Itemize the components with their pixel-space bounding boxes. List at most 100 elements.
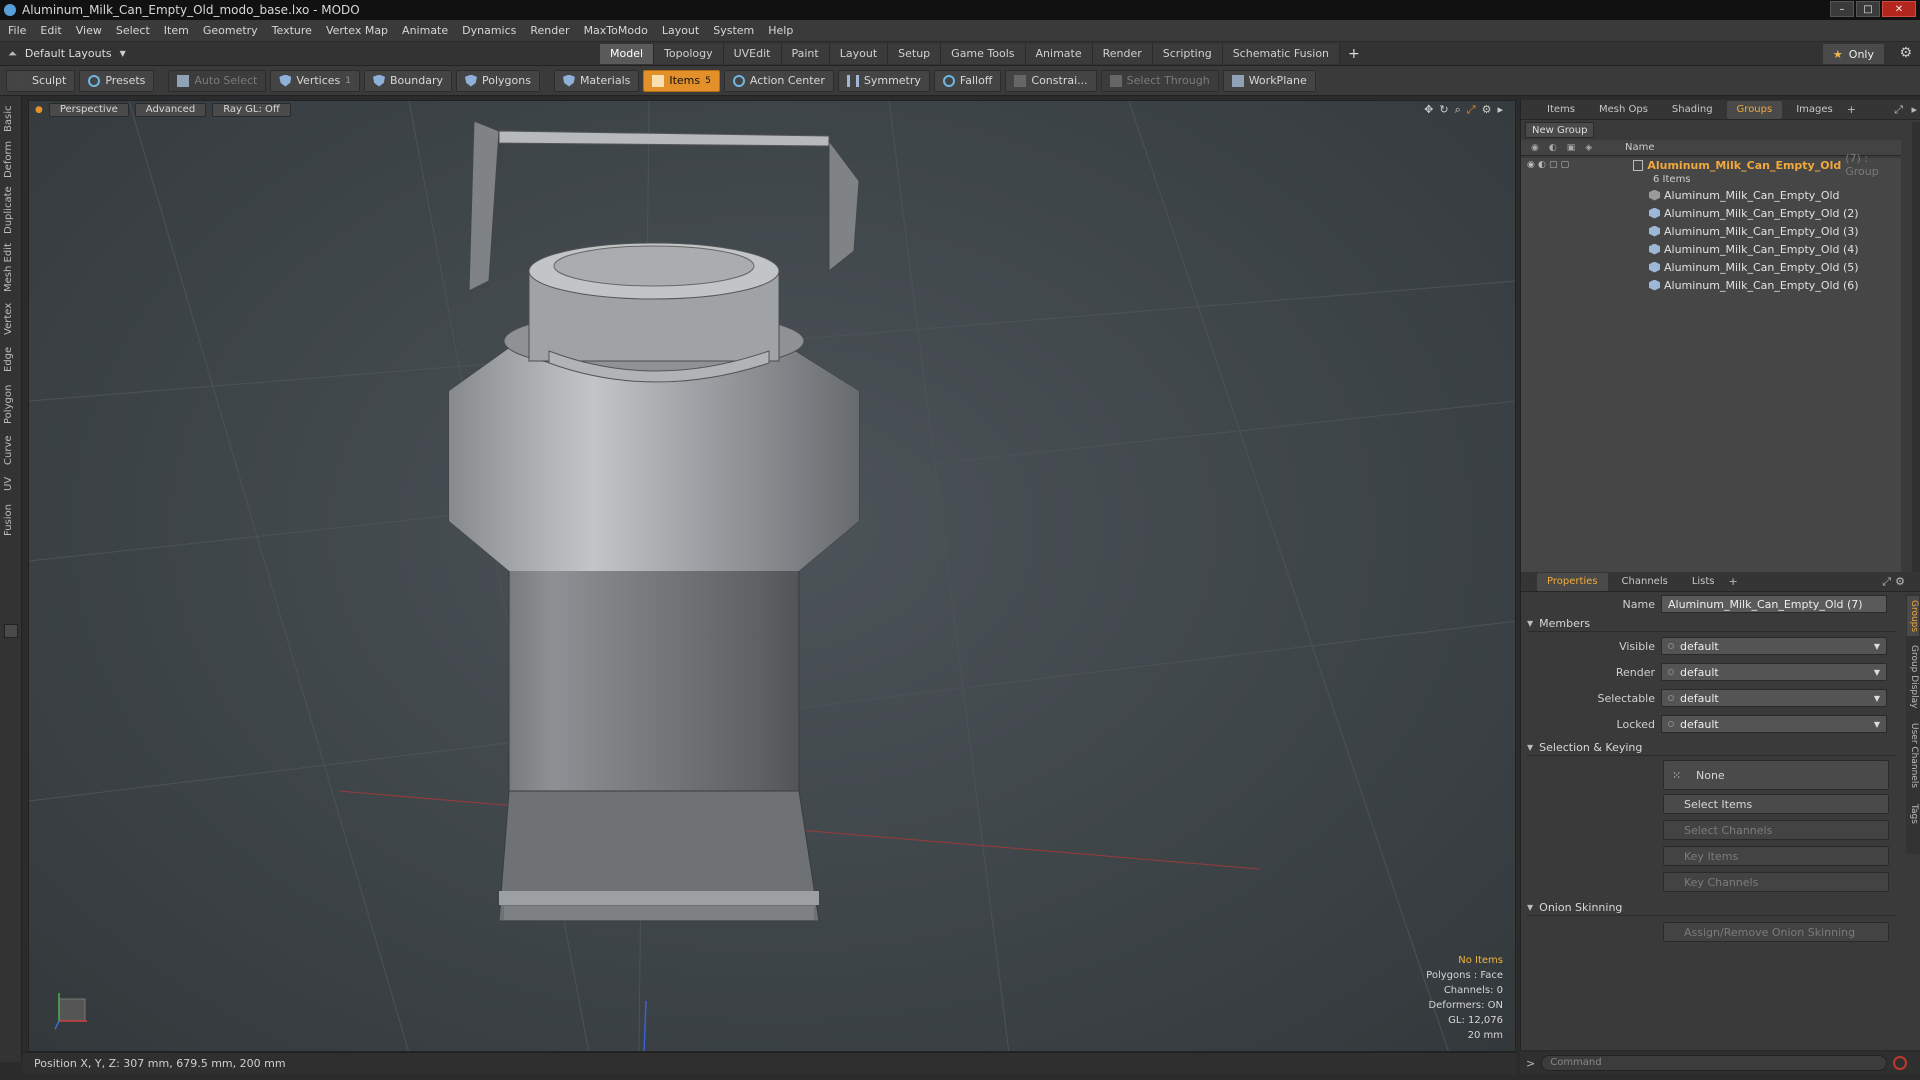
tab-schematic-fusion[interactable]: Schematic Fusion — [1222, 43, 1341, 64]
menu-help[interactable]: Help — [768, 24, 793, 37]
select-icon[interactable]: ◈ — [1585, 143, 1592, 153]
members-section[interactable]: ▼ Members — [1527, 616, 1897, 632]
raygl-button[interactable]: Ray GL: Off — [212, 103, 291, 117]
rotate-view-icon[interactable]: ↻ — [1439, 103, 1448, 117]
menu-render[interactable]: Render — [530, 24, 569, 37]
auto-select-button[interactable]: Auto Select — [168, 69, 267, 92]
render-select[interactable]: default ▼ — [1661, 663, 1887, 681]
select-channels-button[interactable]: Select Channels — [1663, 820, 1889, 840]
selection-keying-section[interactable]: ▼ Selection & Keying — [1527, 740, 1897, 756]
list-item[interactable]: Aluminum_Milk_Can_Empty_Old — [1521, 186, 1901, 204]
tab-setup[interactable]: Setup — [888, 43, 942, 64]
only-button[interactable]: ★ Only — [1822, 44, 1884, 64]
tab-mesh-ops[interactable]: Mesh Ops — [1589, 101, 1658, 119]
tab-items[interactable]: Items — [1537, 101, 1585, 119]
properties-maximize-icon[interactable]: ⤢ — [1882, 575, 1891, 589]
gear-icon[interactable]: ⚙ — [1899, 45, 1912, 61]
falloff-button[interactable]: Falloff — [933, 69, 1002, 92]
side-tab-groups[interactable]: Groups — [1907, 596, 1919, 636]
vtab-polygon[interactable]: Polygon — [3, 382, 19, 426]
row-visibility-icon[interactable]: ◉ ◐ ▢ ▢ — [1527, 160, 1569, 170]
presets-button[interactable]: Presets — [79, 69, 155, 92]
view-play-icon[interactable]: ▸ — [1497, 103, 1503, 117]
shading-button[interactable]: Advanced — [134, 103, 207, 117]
name-field[interactable]: Aluminum_Milk_Can_Empty_Old (7) — [1661, 595, 1887, 613]
tab-shading[interactable]: Shading — [1662, 101, 1723, 119]
list-item[interactable]: Aluminum_Milk_Can_Empty_Old (5) — [1521, 258, 1901, 276]
tab-lists[interactable]: Lists — [1682, 573, 1725, 591]
workplane-button[interactable]: WorkPlane — [1222, 69, 1316, 92]
add-panel-tab-icon[interactable]: + — [1847, 103, 1856, 116]
menu-animate[interactable]: Animate — [402, 24, 448, 37]
add-properties-tab-icon[interactable]: + — [1729, 575, 1738, 588]
constraint-button[interactable]: Constrai... — [1005, 69, 1097, 92]
tab-uvedit[interactable]: UVEdit — [723, 43, 782, 64]
polygons-button[interactable]: Polygons — [455, 69, 540, 92]
items-button[interactable]: Items 5 — [643, 69, 720, 92]
vtab-uv[interactable]: UV — [3, 474, 19, 494]
render-icon[interactable]: ◐ — [1549, 143, 1557, 153]
tab-groups[interactable]: Groups — [1726, 100, 1783, 119]
tab-images[interactable]: Images — [1786, 101, 1843, 119]
tab-scripting[interactable]: Scripting — [1152, 43, 1223, 64]
boundary-button[interactable]: Boundary — [364, 69, 452, 92]
key-items-button[interactable]: Key Items — [1663, 846, 1889, 866]
selectable-select[interactable]: default ▼ — [1661, 689, 1887, 707]
menu-layout[interactable]: Layout — [662, 24, 699, 37]
list-item[interactable]: Aluminum_Milk_Can_Empty_Old (3) — [1521, 222, 1901, 240]
menu-item[interactable]: Item — [164, 24, 189, 37]
milk-can-model[interactable] — [448, 120, 860, 922]
perspective-button[interactable]: Perspective — [48, 103, 129, 117]
tab-render[interactable]: Render — [1092, 43, 1153, 64]
visible-select[interactable]: default ▼ — [1661, 637, 1887, 655]
tab-game-tools[interactable]: Game Tools — [941, 43, 1026, 64]
list-item[interactable]: Aluminum_Milk_Can_Empty_Old (4) — [1521, 240, 1901, 258]
sculpt-button[interactable]: Sculpt — [6, 69, 76, 92]
assign-onion-skinning-button[interactable]: Assign/Remove Onion Skinning — [1663, 922, 1889, 942]
panel-play-icon[interactable]: ▸ — [1911, 103, 1917, 116]
menu-texture[interactable]: Texture — [272, 24, 312, 37]
minimize-button[interactable]: – — [1830, 1, 1854, 17]
group-row[interactable]: ◉ ◐ ▢ ▢ Aluminum_Milk_Can_Empty_Old (7) … — [1521, 152, 1901, 178]
vertices-button[interactable]: Vertices 1 — [270, 69, 360, 92]
vtab-mesh-edit[interactable]: Mesh Edit — [3, 242, 19, 294]
strip-toggle-button[interactable] — [4, 624, 18, 638]
tab-channels[interactable]: Channels — [1612, 573, 1678, 591]
vtab-basic[interactable]: Basic — [3, 104, 19, 134]
onion-skinning-section[interactable]: ▼ Onion Skinning — [1527, 900, 1897, 916]
tab-topology[interactable]: Topology — [654, 43, 724, 64]
close-button[interactable]: ✕ — [1882, 1, 1916, 17]
layout-pin-icon[interactable]: ⏶ — [8, 47, 17, 61]
vtab-deform[interactable]: Deform — [3, 141, 19, 178]
vtab-vertex[interactable]: Vertex — [3, 302, 19, 336]
outliner-scrollbar[interactable] — [1912, 122, 1920, 582]
side-tab-group-display[interactable]: Group Display — [1907, 642, 1919, 712]
eye-icon[interactable]: ◉ — [1531, 143, 1539, 153]
vtab-duplicate[interactable]: Duplicate — [3, 186, 19, 234]
stop-icon[interactable] — [1893, 1056, 1908, 1070]
key-channels-button[interactable]: Key Channels — [1663, 872, 1889, 892]
menu-select[interactable]: Select — [116, 24, 150, 37]
view-settings-icon[interactable]: ⚙ — [1482, 103, 1492, 117]
menu-view[interactable]: View — [76, 24, 102, 37]
none-button[interactable]: ⁙ None — [1663, 760, 1889, 790]
locked-select[interactable]: default ▼ — [1661, 715, 1887, 733]
tab-model[interactable]: Model — [600, 43, 655, 64]
menu-geometry[interactable]: Geometry — [203, 24, 258, 37]
zoom-view-icon[interactable]: ⌕ — [1455, 103, 1461, 117]
maximize-view-icon[interactable]: ⤢ — [1467, 103, 1476, 117]
side-tab-tags[interactable]: Tags — [1907, 800, 1919, 828]
select-through-button[interactable]: Select Through — [1100, 69, 1219, 92]
action-center-button[interactable]: Action Center — [723, 69, 834, 92]
maximize-button[interactable]: □ — [1856, 1, 1880, 17]
side-tab-user-channels[interactable]: User Channels — [1907, 718, 1919, 794]
menu-maxtomodo[interactable]: MaxToModo — [584, 24, 648, 37]
select-items-button[interactable]: Select Items — [1663, 794, 1889, 814]
lock-icon[interactable]: ▣ — [1567, 143, 1576, 153]
properties-gear-icon[interactable]: ⚙ — [1895, 575, 1905, 588]
new-group-button[interactable]: New Group — [1525, 122, 1595, 138]
list-item[interactable]: Aluminum_Milk_Can_Empty_Old (2) — [1521, 204, 1901, 222]
vtab-curve[interactable]: Curve — [3, 434, 19, 466]
list-item[interactable]: Aluminum_Milk_Can_Empty_Old (6) — [1521, 276, 1901, 294]
menu-edit[interactable]: Edit — [40, 24, 61, 37]
